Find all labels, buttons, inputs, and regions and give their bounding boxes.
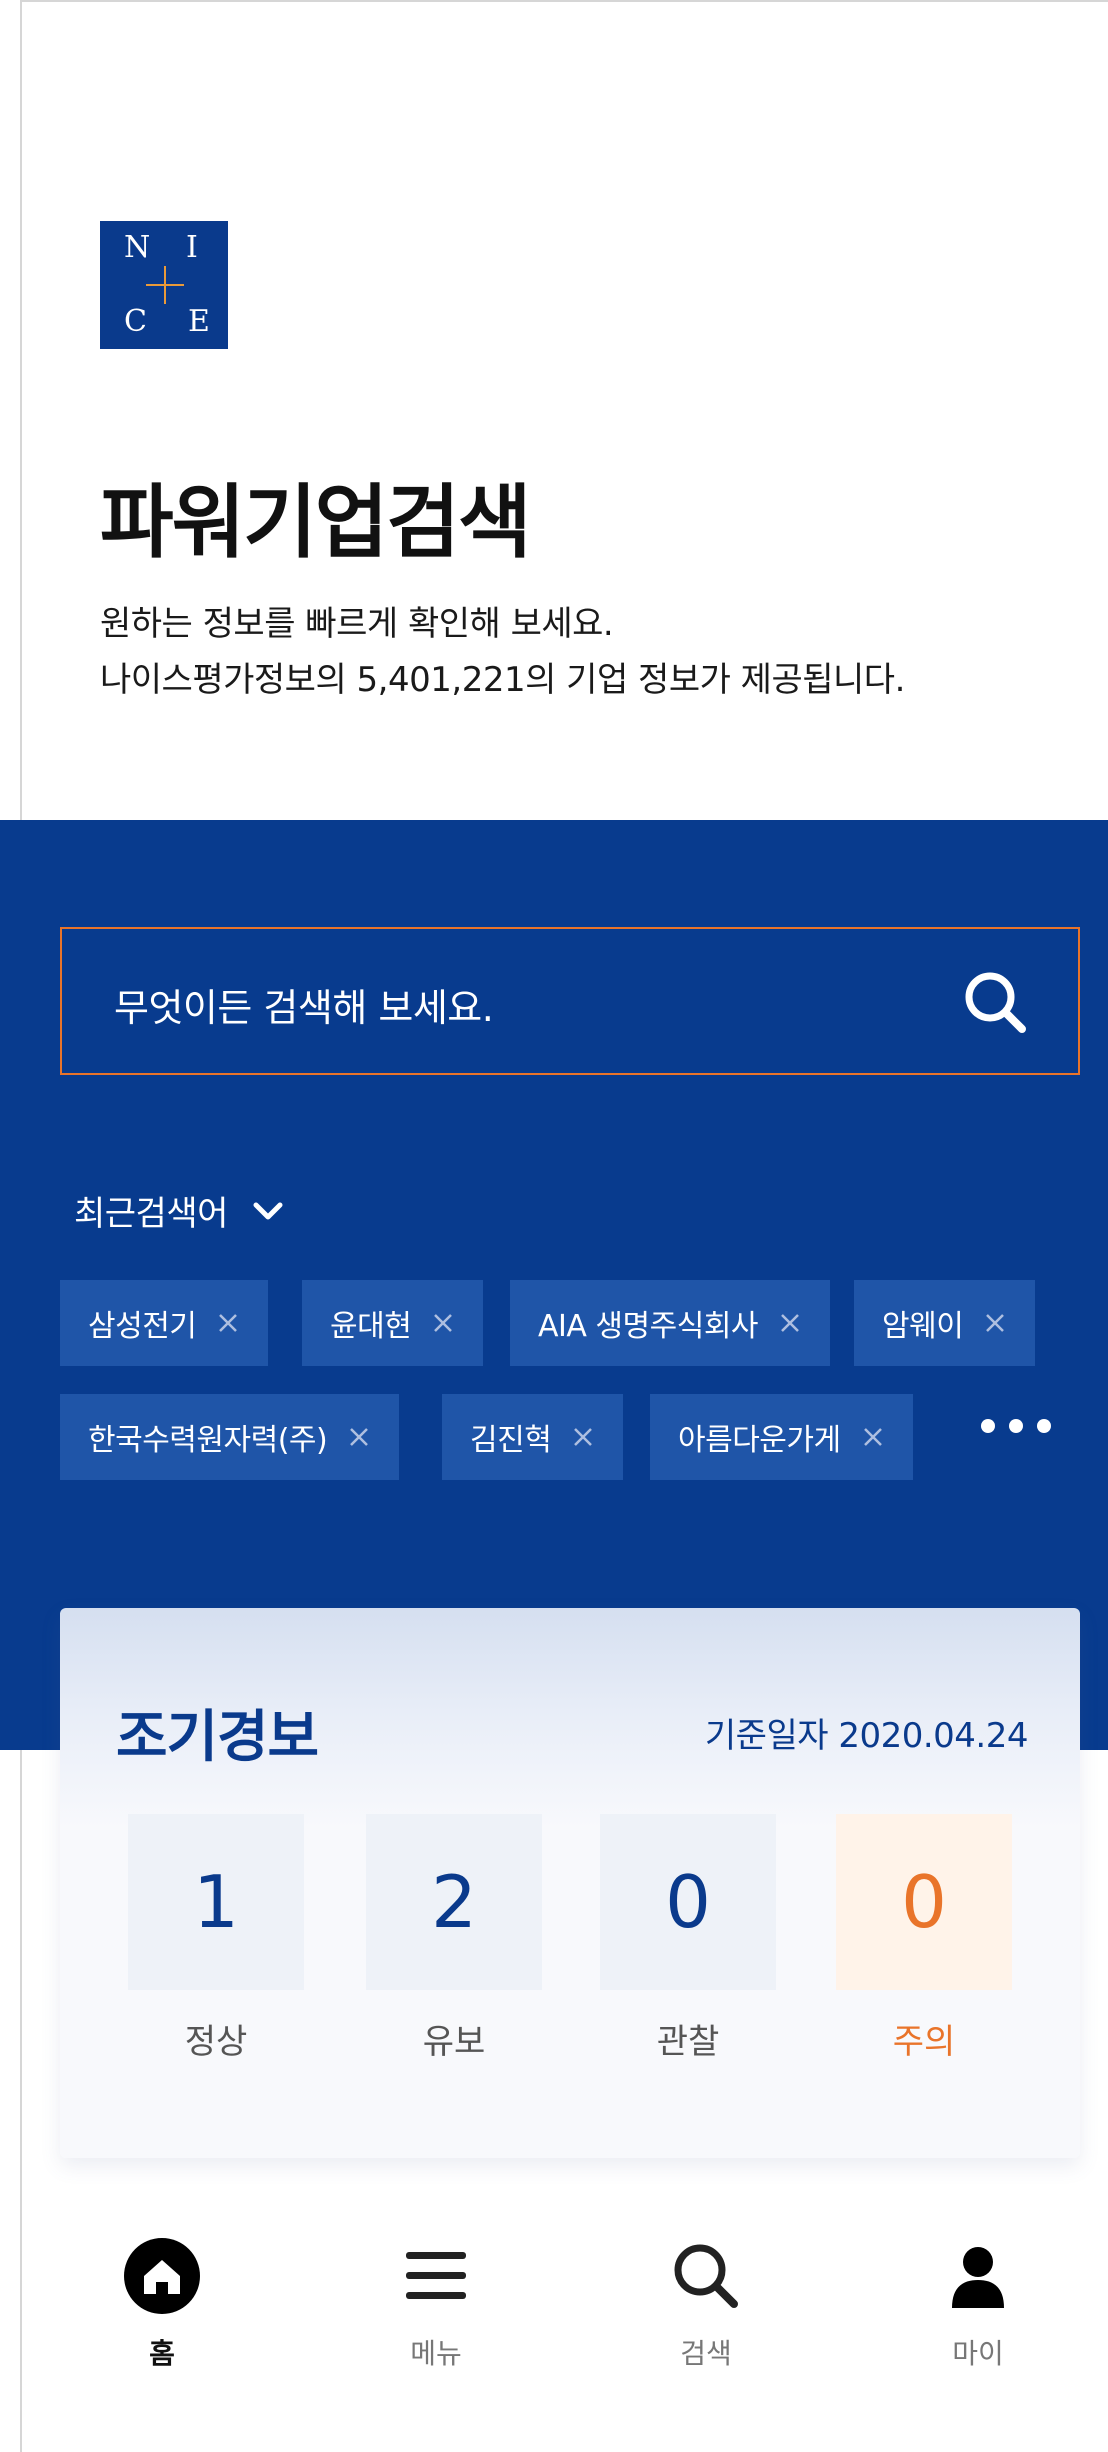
page-description-line1: 원하는 정보를 빠르게 확인해 보세요. xyxy=(100,604,614,644)
stat-label: 관찰 xyxy=(656,2022,720,2062)
page-description-line2: 나이스평가정보의 5,401,221의 기업 정보가 제공됩니다. xyxy=(100,660,905,700)
search-icon[interactable] xyxy=(960,967,1030,1037)
chip-label: 윤대현 xyxy=(330,1309,412,1344)
stat-pending[interactable]: 2 유보 xyxy=(366,1814,542,2063)
close-icon[interactable] xyxy=(861,1425,885,1449)
chip-label: 한국수력원자력(주) xyxy=(88,1423,328,1458)
close-icon[interactable] xyxy=(571,1425,595,1449)
chip-label: 아름다운가게 xyxy=(678,1423,841,1458)
early-warning-title: 조기경보 xyxy=(116,1705,319,1770)
chip-label: 암웨이 xyxy=(882,1309,964,1344)
logo-letter-i: I xyxy=(186,230,198,265)
close-icon[interactable] xyxy=(216,1311,240,1335)
nav-label: 마이 xyxy=(952,2337,1004,2370)
stat-box: 0 xyxy=(600,1814,776,1990)
stat-caution[interactable]: 0 주의 xyxy=(836,1814,1012,2063)
nav-home[interactable]: 홈 xyxy=(82,2238,242,2372)
search-placeholder: 무엇이든 검색해 보세요. xyxy=(114,986,494,1030)
home-icon xyxy=(124,2238,200,2314)
chevron-down-icon xyxy=(253,1202,283,1219)
recent-chip[interactable]: 윤대현 xyxy=(302,1280,484,1366)
person-icon xyxy=(952,2247,1004,2308)
nav-search[interactable]: 검색 xyxy=(626,2238,786,2372)
nav-my[interactable]: 마이 xyxy=(898,2238,1058,2372)
chip-label: 김진혁 xyxy=(470,1423,552,1458)
recent-chip[interactable]: 아름다운가게 xyxy=(650,1394,913,1480)
search-input[interactable]: 무엇이든 검색해 보세요. xyxy=(60,927,1080,1075)
nav-menu[interactable]: 메뉴 xyxy=(356,2238,516,2372)
recent-search-toggle[interactable]: 최근검색어 xyxy=(74,1186,288,1235)
stat-value: 1 xyxy=(193,1860,239,1944)
stat-value: 0 xyxy=(901,1860,947,1944)
nice-logo: N I C E xyxy=(100,221,228,349)
nav-label: 홈 xyxy=(149,2337,175,2370)
base-date: 기준일자 2020.04.24 xyxy=(704,1716,1029,1756)
nav-label: 메뉴 xyxy=(410,2337,462,2370)
stat-normal[interactable]: 1 정상 xyxy=(128,1814,304,2063)
stat-box: 2 xyxy=(366,1814,542,1990)
logo-cross-v xyxy=(164,266,166,304)
recent-chip[interactable]: AIA 생명주식회사 xyxy=(510,1280,831,1366)
stat-label: 유보 xyxy=(422,2022,486,2062)
stat-label: 주의 xyxy=(892,2022,956,2062)
search-icon xyxy=(674,2244,738,2308)
close-icon[interactable] xyxy=(983,1311,1007,1335)
logo-letter-n: N xyxy=(124,230,151,265)
stat-observe[interactable]: 0 관찰 xyxy=(600,1814,776,2063)
stat-box: 0 xyxy=(836,1814,1012,1990)
chip-label: AIA 생명주식회사 xyxy=(538,1309,759,1344)
early-warning-card[interactable]: 조기경보 기준일자 2020.04.24 1 정상 2 유보 0 관찰 0 주의 xyxy=(60,1608,1080,2158)
close-icon[interactable] xyxy=(347,1425,371,1449)
recent-chip[interactable]: 김진혁 xyxy=(442,1394,624,1480)
close-icon[interactable] xyxy=(431,1311,455,1335)
nav-label: 검색 xyxy=(680,2337,732,2370)
recent-chip[interactable]: 암웨이 xyxy=(854,1280,1036,1366)
close-icon[interactable] xyxy=(778,1311,802,1335)
stat-value: 2 xyxy=(431,1860,477,1944)
recent-chip[interactable]: 한국수력원자력(주) xyxy=(60,1394,400,1480)
page-title: 파워기업검색 xyxy=(100,476,532,569)
bottom-nav: 홈 메뉴 검색 마이 xyxy=(22,2196,1108,2452)
logo-letter-e: E xyxy=(188,304,210,339)
stat-label: 정상 xyxy=(184,2022,248,2062)
stat-value: 0 xyxy=(665,1860,711,1944)
logo-letter-c: C xyxy=(124,304,147,339)
chip-label: 삼성전기 xyxy=(88,1309,197,1344)
recent-chip[interactable]: 삼성전기 xyxy=(60,1280,269,1366)
more-icon[interactable] xyxy=(980,1414,1052,1438)
menu-icon xyxy=(406,2252,466,2299)
stat-box: 1 xyxy=(128,1814,304,1990)
recent-search-label: 최근검색어 xyxy=(74,1194,228,1234)
